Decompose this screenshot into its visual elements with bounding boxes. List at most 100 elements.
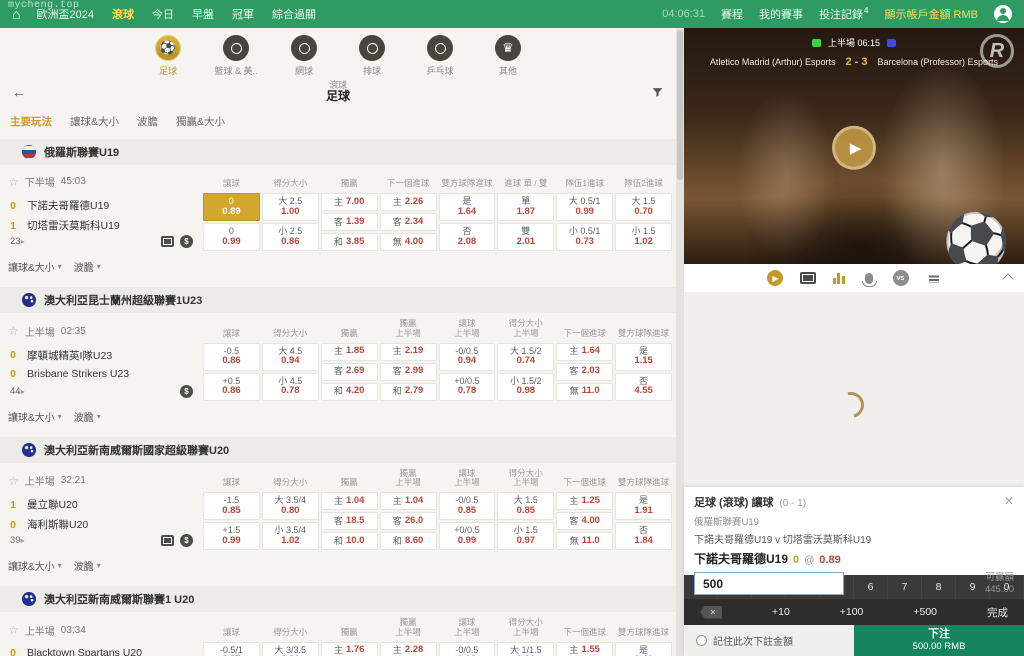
odds-cell[interactable]: 和 2.79 <box>379 382 437 401</box>
league-header[interactable]: 澳大利亞新南威爾斯聯賽1 U20 <box>0 586 676 613</box>
more-markets-link[interactable]: 39▸ <box>10 535 25 546</box>
league-header[interactable]: 俄羅斯聯賽U19 <box>0 139 676 165</box>
nav-right-item[interactable]: 我的賽事 <box>759 6 803 22</box>
market-filter-dropdown[interactable]: 波膽 ▾ <box>74 409 101 424</box>
odds-cell[interactable]: +0/0.5 0.78 <box>438 372 496 401</box>
odds-cell[interactable]: 主 2.19 <box>379 342 437 361</box>
odds-cell[interactable]: -0.5/10.97 <box>203 641 260 656</box>
odds-cell[interactable]: 主 1.64 <box>556 342 614 361</box>
market-tab[interactable]: 讓球&大小 <box>70 114 119 129</box>
filter-icon[interactable] <box>651 86 664 104</box>
odds-cell[interactable]: 客 1.39 <box>320 213 378 231</box>
commentary-mic-icon[interactable] <box>862 272 877 287</box>
cashout-icon[interactable]: $ <box>180 534 193 548</box>
odds-cell[interactable]: 和 4.20 <box>320 382 378 401</box>
odds-cell[interactable]: 小 0.5/1 0.73 <box>556 223 614 251</box>
market-tab[interactable]: 獨贏&大小 <box>176 114 225 129</box>
odds-cell[interactable]: 主 7.00 <box>320 193 378 211</box>
odds-cell[interactable]: -0.5 0.86 <box>203 342 260 371</box>
odds-cell[interactable]: 是1.41 <box>615 641 672 656</box>
nav-right-item[interactable]: 顯示帳戶金額 RMB <box>885 6 979 22</box>
odds-cell[interactable]: 客 2.03 <box>556 362 614 381</box>
odds-cell[interactable]: 和 8.60 <box>379 532 437 551</box>
video-play-button[interactable]: ▶ <box>832 125 876 170</box>
odds-cell[interactable]: 客 2.69 <box>320 362 378 381</box>
odds-cell[interactable]: 小 2.5 0.86 <box>261 223 319 251</box>
radio-icon[interactable] <box>696 635 707 646</box>
odds-cell[interactable]: 否 4.55 <box>615 372 672 401</box>
odds-cell[interactable]: 客 4.00 <box>556 512 614 531</box>
nav-item[interactable]: 冠軍 <box>232 6 254 22</box>
odds-cell[interactable]: 主 1.04 <box>320 492 378 511</box>
odds-cell[interactable]: +1.5 0.99 <box>203 522 260 551</box>
pitch-tracker-icon[interactable] <box>161 535 174 547</box>
odds-cell[interactable]: 大 1.5/2 0.74 <box>497 342 555 371</box>
nav-right-item[interactable]: 投注記錄4 <box>819 6 868 22</box>
sport-tab[interactable]: 網球 <box>281 35 327 77</box>
odds-cell[interactable]: 大 0.5/1 0.99 <box>556 193 614 221</box>
odds-cell[interactable]: 大 1.5 0.85 <box>497 492 555 521</box>
cashout-icon[interactable]: $ <box>180 235 193 248</box>
odds-cell[interactable]: 雙 2.01 <box>497 223 555 251</box>
odds-cell[interactable]: -1.5 0.85 <box>203 492 260 521</box>
odds-cell[interactable]: 主 1.55 <box>556 641 614 656</box>
odds-cell[interactable]: 小 1.5 1.02 <box>615 223 672 251</box>
odds-cell[interactable]: 主 2.28 <box>379 641 437 656</box>
nav-right-item[interactable]: 賽程 <box>721 6 743 22</box>
odds-cell[interactable]: 主 1.25 <box>556 492 614 511</box>
odds-cell[interactable]: 大 1.5 0.70 <box>615 193 672 221</box>
odds-cell[interactable]: 是 1.15 <box>615 342 672 371</box>
market-tab[interactable]: 波膽 <box>137 114 158 129</box>
stake-input[interactable] <box>694 572 844 595</box>
odds-cell[interactable]: -0/0.5 0.85 <box>438 492 496 521</box>
odds-cell[interactable]: 客 2.34 <box>379 213 437 231</box>
cashout-icon[interactable]: $ <box>180 384 193 398</box>
odds-cell[interactable]: 大 1/1.50.81 <box>497 641 555 656</box>
favorite-star-icon[interactable]: ☆ <box>8 325 19 337</box>
league-header[interactable]: 澳大利亞新南威爾斯國家超級聯賽U20 <box>0 436 676 463</box>
odds-cell[interactable]: 主 2.26 <box>379 193 437 211</box>
odds-cell[interactable]: 客 2.99 <box>379 362 437 381</box>
nav-item[interactable]: 綜合過關 <box>272 6 316 22</box>
odds-cell[interactable]: -0/0.5 0.94 <box>438 342 496 371</box>
odds-cell[interactable]: 大 3.5/4 0.80 <box>261 492 319 521</box>
odds-cell[interactable]: 單 1.87 <box>497 193 555 221</box>
league-header[interactable]: 澳大利亞昆士蘭州超級聯賽1U23 <box>0 287 676 313</box>
odds-cell[interactable]: 無 11.0 <box>556 532 614 551</box>
odds-cell[interactable]: 0 0.99 <box>203 223 260 251</box>
odds-cell[interactable]: 否 2.08 <box>438 223 496 251</box>
betslip-close-icon[interactable]: ✕ <box>1004 494 1014 508</box>
odds-cell[interactable]: 小 1.5/2 0.98 <box>497 372 555 401</box>
user-avatar[interactable] <box>994 5 1012 23</box>
market-filter-dropdown[interactable]: 讓球&大小 ▾ <box>8 558 62 573</box>
odds-cell[interactable]: 客 18.5 <box>320 512 378 531</box>
odds-cell[interactable]: 大 3/3.50.91 <box>261 641 319 656</box>
nav-item[interactable]: 早盤 <box>192 6 214 22</box>
more-markets-link[interactable]: 23▸ <box>10 236 25 247</box>
sport-tab[interactable]: ⚽ 足球 <box>145 35 191 77</box>
odds-cell[interactable]: 和 10.0 <box>320 532 378 551</box>
odds-cell[interactable]: 是 1.64 <box>438 193 496 221</box>
odds-cell[interactable]: 是 1.91 <box>615 492 672 521</box>
place-bet-button[interactable]: 下注 500.00 RMB <box>854 625 1024 656</box>
odds-cell[interactable]: 主 1.04 <box>379 492 437 511</box>
sport-tab[interactable]: 排球 <box>349 35 395 77</box>
odds-cell[interactable]: 主 1.76 <box>320 641 378 656</box>
favorite-star-icon[interactable]: ☆ <box>8 624 19 636</box>
quick-add-button[interactable]: +500 <box>913 606 937 618</box>
nav-item[interactable]: 今日 <box>152 6 174 22</box>
odds-cell[interactable]: 否 1.84 <box>615 522 672 551</box>
odds-cell[interactable]: 大 2.5 1.00 <box>261 193 319 221</box>
odds-cell[interactable]: 大 4.5 0.94 <box>261 342 319 371</box>
favorite-star-icon[interactable]: ☆ <box>8 176 19 188</box>
odds-cell[interactable]: 和 3.85 <box>320 233 378 251</box>
scrollbar-thumb[interactable] <box>677 30 683 180</box>
odds-cell[interactable]: 0 0.89 <box>203 193 260 221</box>
odds-cell[interactable]: 主 1.85 <box>320 342 378 361</box>
sport-tab[interactable]: 籃球 & 美.. <box>213 35 259 77</box>
keypad-done-button[interactable]: 完成 <box>987 605 1008 620</box>
play-stream-icon[interactable]: ▶ <box>766 270 783 286</box>
market-filter-dropdown[interactable]: 波膽 ▾ <box>74 259 101 274</box>
backspace-key[interactable]: ✕ <box>700 605 722 619</box>
odds-cell[interactable]: 小 3.5/4 1.02 <box>261 522 319 551</box>
